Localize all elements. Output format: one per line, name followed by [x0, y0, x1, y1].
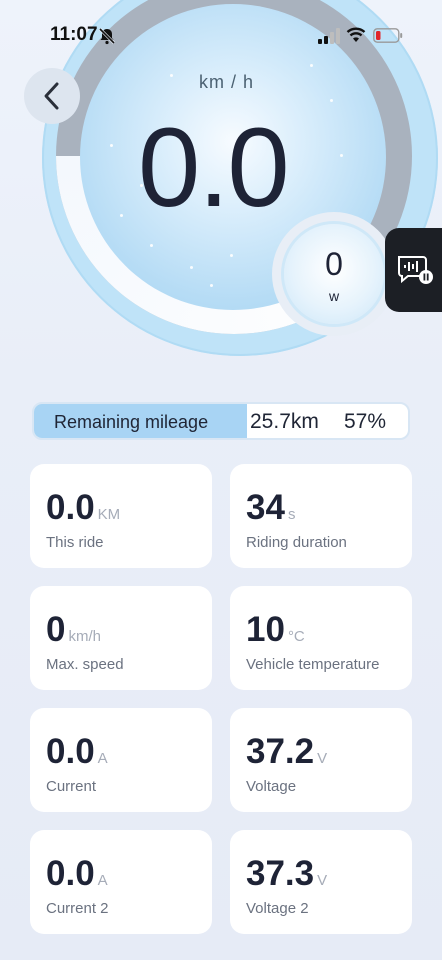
stat-label: Voltage 2: [246, 900, 309, 917]
stat-label: This ride: [46, 534, 104, 551]
stat-card-current-2: 0.0 A Current 2: [30, 830, 212, 934]
stat-unit: V: [317, 750, 328, 767]
bell-off-icon: [98, 27, 116, 45]
stat-label: Max. speed: [46, 656, 124, 673]
stat-card-max-speed: 0 km/h Max. speed: [30, 586, 212, 690]
stat-unit: V: [317, 872, 328, 889]
stat-card-voltage: 37.2 V Voltage: [230, 708, 412, 812]
wifi-icon: [346, 27, 366, 42]
power-unit: w: [328, 288, 340, 304]
stat-unit: km/h: [68, 628, 101, 645]
stat-label: Voltage: [246, 778, 297, 795]
status-bar: 11:07: [0, 0, 442, 72]
stat-value: 0.0: [46, 854, 95, 893]
stat-unit: KM: [97, 506, 121, 523]
stat-card-voltage-2: 37.3 V Voltage 2: [230, 830, 412, 934]
stat-value: 0: [46, 610, 66, 649]
stat-value: 37.2: [246, 732, 315, 771]
speed-value: 0.0: [138, 105, 290, 230]
voice-pause-icon: [398, 256, 433, 284]
stat-label: Current: [46, 778, 97, 795]
signal-icon: [318, 28, 340, 44]
stat-value: 10: [246, 610, 285, 649]
chevron-left-icon: [44, 82, 59, 110]
stat-unit: s: [287, 506, 296, 523]
back-button[interactable]: [24, 68, 80, 124]
stat-card-riding-duration: 34 s Riding duration: [230, 464, 412, 568]
stat-unit: A: [97, 872, 108, 889]
stat-value: 37.3: [246, 854, 315, 893]
stat-unit: A: [97, 750, 108, 767]
stat-value: 0.0: [46, 488, 95, 527]
status-time: 11:07: [50, 24, 98, 45]
stat-unit: °C: [287, 628, 305, 645]
stat-card-vehicle-temperature: 10 °C Vehicle temperature: [230, 586, 412, 690]
stat-label: Current 2: [46, 900, 109, 917]
stat-value: 0.0: [46, 732, 95, 771]
speed-unit-label: km / h: [199, 72, 255, 92]
stat-card-current: 0.0 A Current: [30, 708, 212, 812]
remaining-mileage-bar: Remaining mileage 25.7km 57%: [32, 402, 410, 440]
battery-low-icon: [373, 28, 403, 43]
voice-assistant-button[interactable]: [385, 228, 442, 312]
power-value: 0: [325, 246, 343, 282]
remaining-mileage-distance: 25.7km: [250, 410, 319, 433]
stat-label: Riding duration: [246, 534, 347, 551]
remaining-mileage-percent: 57%: [344, 410, 387, 433]
remaining-mileage-label: Remaining mileage: [54, 412, 209, 432]
stat-value: 34: [246, 488, 285, 527]
stat-label: Vehicle temperature: [246, 656, 380, 673]
stat-card-this-ride: 0.0 KM This ride: [30, 464, 212, 568]
